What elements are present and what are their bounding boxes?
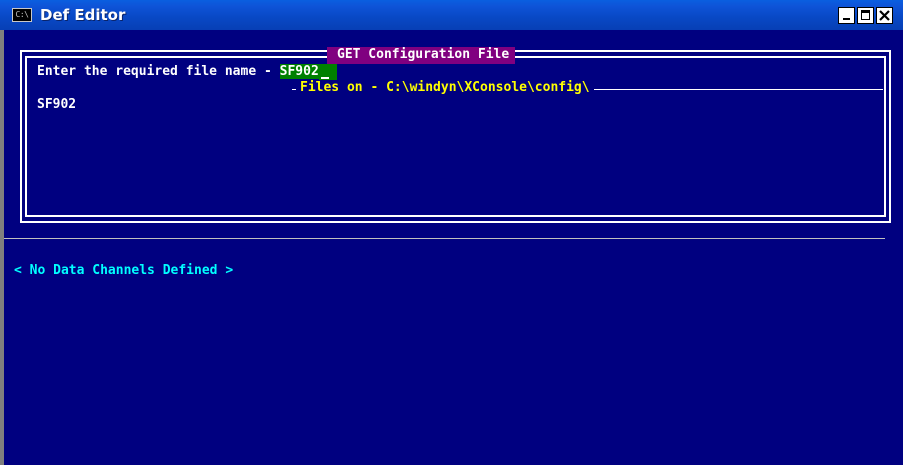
window-left-border [0, 30, 4, 465]
prompt-label: Enter the required file name - [37, 64, 280, 79]
file-list-item[interactable]: SF902 [37, 97, 77, 113]
data-channels-status: < No Data Channels Defined > [14, 263, 234, 278]
file-name-prompt: Enter the required file name - SF902 [37, 64, 337, 80]
title-bar[interactable]: C:\ Def Editor [0, 0, 903, 30]
def-editor-window: C:\ Def Editor GET Configuration File En… [0, 0, 903, 465]
text-cursor [318, 64, 337, 80]
close-icon [879, 10, 890, 21]
section-divider [4, 238, 885, 239]
maximize-button[interactable] [857, 7, 874, 24]
minimize-button[interactable] [838, 7, 855, 24]
close-button[interactable] [876, 7, 893, 24]
dialog-title: GET Configuration File [327, 47, 516, 64]
window-title: Def Editor [40, 6, 126, 24]
files-header: Files on - C:\windyn\XConsole\config\ [296, 80, 594, 96]
console-icon[interactable]: C:\ [12, 8, 32, 22]
file-name-input[interactable]: SF902 [279, 64, 319, 79]
